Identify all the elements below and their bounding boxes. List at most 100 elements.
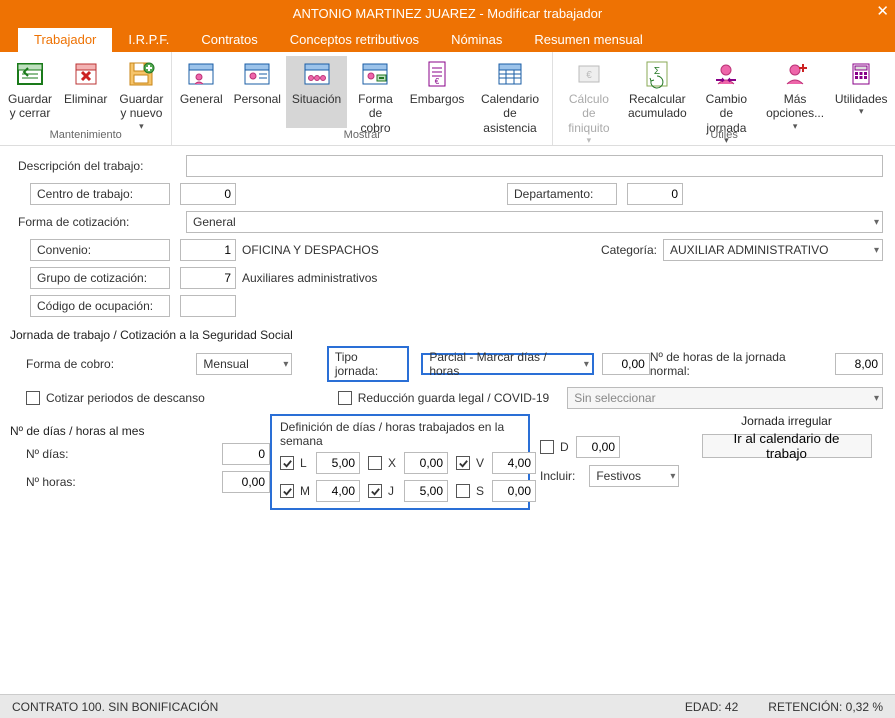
tipo-jornada-value: Parcial - Marcar días / horas (429, 350, 580, 378)
ribbon-btn-recalcular-acumulado[interactable]: Σ Recalcular acumulado (623, 56, 692, 128)
svg-text:€: € (435, 77, 440, 86)
ribbon-label: Más opciones... (766, 92, 824, 121)
day-X-checkbox[interactable] (368, 456, 382, 470)
delete-icon (70, 58, 102, 90)
day-V-checkbox[interactable] (456, 456, 470, 470)
ribbon-btn-personal[interactable]: Personal (228, 56, 286, 128)
ribbon-label: Embargos (410, 92, 465, 106)
tipo-jornada-label: Tipo jornada: (327, 346, 410, 382)
day-D-label: D (560, 440, 572, 454)
incluir-select[interactable]: Festivos ▾ (589, 465, 679, 487)
horas-jornada-normal-label: Nº de horas de la jornada normal: (650, 350, 821, 378)
dias-horas-mes-title: Nº de días / horas al mes (10, 424, 270, 438)
ribbon-btn-general[interactable]: General (174, 56, 228, 128)
close-icon[interactable]: ✕ (876, 2, 889, 20)
horas-jornada-normal-input[interactable] (835, 353, 883, 375)
tipo-jornada-select[interactable]: Parcial - Marcar días / horas ▾ (421, 353, 594, 375)
day-X-input[interactable] (404, 452, 448, 474)
chevron-down-icon: ▾ (870, 217, 879, 228)
tab-resumen[interactable]: Resumen mensual (518, 28, 658, 52)
tab-nominas[interactable]: Nóminas (435, 28, 518, 52)
grupo-cotizacion-text: Auxiliares administrativos (242, 271, 377, 285)
chevron-down-icon: ▾ (859, 106, 864, 117)
ir-al-calendario-button[interactable]: Ir al calendario de trabajo (702, 434, 872, 458)
ribbon-label: Personal (234, 92, 281, 106)
ribbon-btn-situacion[interactable]: Situación (286, 56, 346, 128)
save-new-icon (125, 58, 157, 90)
cambio-jornada-icon (710, 58, 742, 90)
departamento-input[interactable] (627, 183, 683, 205)
day-L-checkbox[interactable] (280, 456, 294, 470)
convenio-num-input[interactable] (180, 239, 236, 261)
status-retencion-label: RETENCIÓN: (768, 700, 842, 714)
ribbon-btn-eliminar[interactable]: Eliminar (58, 56, 113, 128)
jornada-section-title: Jornada de trabajo / Cotización a la Seg… (10, 328, 883, 342)
day-D-input[interactable] (576, 436, 620, 458)
incluir-value: Festivos (596, 469, 641, 483)
forma-cobro-select[interactable]: Mensual ▾ (196, 353, 292, 375)
convenio-text: OFICINA Y DESPACHOS (242, 243, 379, 257)
day-L-input[interactable] (316, 452, 360, 474)
day-J-checkbox[interactable] (368, 484, 382, 498)
situacion-icon (301, 58, 333, 90)
day-M-input[interactable] (316, 480, 360, 502)
day-S-label: S (476, 484, 488, 498)
ribbon-btn-guardar-cerrar[interactable]: Guardar y cerrar (2, 56, 58, 128)
svg-text:Σ: Σ (654, 66, 660, 77)
status-retencion: RETENCIÓN: 0,32 % (768, 700, 883, 714)
day-J-input[interactable] (404, 480, 448, 502)
tab-contratos[interactable]: Contratos (185, 28, 273, 52)
ribbon-label: Eliminar (64, 92, 107, 106)
grupo-cotizacion-num-input[interactable] (180, 267, 236, 289)
reduccion-guarda-checkbox[interactable] (338, 391, 352, 405)
tab-trabajador[interactable]: Trabajador (18, 28, 112, 52)
ribbon-btn-calendario-asistencia[interactable]: Calendario de asistencia (470, 56, 550, 128)
menu-tabs: Trabajador I.R.P.F. Contratos Conceptos … (0, 26, 895, 52)
recalcular-icon: Σ (641, 58, 673, 90)
status-retencion-value: 0,32 % (846, 700, 883, 714)
chevron-down-icon: ▾ (279, 359, 288, 370)
ribbon-btn-cambio-jornada[interactable]: Cambio de jornada ▾ (692, 56, 761, 128)
cotizar-periodos-checkbox[interactable] (26, 391, 40, 405)
codigo-ocupacion-input[interactable] (180, 295, 236, 317)
ribbon-btn-guardar-nuevo[interactable]: Guardar y nuevo ▾ (113, 56, 169, 128)
day-M-checkbox[interactable] (280, 484, 294, 498)
tipo-jornada-extra-input[interactable] (602, 353, 650, 375)
ribbon-btn-embargos[interactable]: € Embargos (404, 56, 469, 128)
tab-conceptos[interactable]: Conceptos retributivos (274, 28, 435, 52)
svg-text:€: € (586, 70, 592, 81)
forma-cobro-value: Mensual (203, 357, 248, 371)
definicion-semana-title: Definición de días / horas trabajados en… (280, 420, 520, 448)
utilidades-icon (845, 58, 877, 90)
grupo-cotizacion-label: Grupo de cotización: (30, 267, 170, 289)
convenio-label: Convenio: (30, 239, 170, 261)
ribbon-label: Utilidades (835, 92, 888, 106)
n-horas-label: Nº horas: (26, 475, 106, 489)
ribbon-btn-forma-cobro[interactable]: Forma de cobro (347, 56, 405, 128)
ribbon-btn-mas-opciones[interactable]: Más opciones... ▾ (761, 56, 830, 128)
codigo-ocupacion-label: Código de ocupación: (30, 295, 170, 317)
calendar-icon (494, 58, 526, 90)
tab-irpf[interactable]: I.R.P.F. (112, 28, 185, 52)
day-D-checkbox[interactable] (540, 440, 554, 454)
n-dias-input[interactable] (222, 443, 270, 465)
status-edad-value: 42 (725, 700, 738, 714)
day-S-checkbox[interactable] (456, 484, 470, 498)
ribbon-btn-utilidades[interactable]: Utilidades ▾ (829, 56, 893, 128)
day-M-label: M (300, 484, 312, 498)
jornada-irregular-title: Jornada irregular (690, 414, 883, 428)
cotizar-periodos-label: Cotizar periodos de descanso (46, 391, 205, 405)
n-horas-input[interactable] (222, 471, 270, 493)
status-edad: EDAD: 42 (685, 700, 738, 714)
categoria-select[interactable]: AUXILIAR ADMINISTRATIVO ▾ (663, 239, 883, 261)
day-V-label: V (476, 456, 488, 470)
forma-cotizacion-value: General (193, 215, 236, 229)
ribbon-group-caption: Mostrar (174, 129, 550, 143)
forma-cobro-icon (359, 58, 391, 90)
status-contrato: CONTRATO 100. SIN BONIFICACIÓN (12, 700, 218, 714)
descripcion-trabajo-input[interactable] (186, 155, 883, 177)
incluir-label: Incluir: (540, 469, 575, 483)
centro-trabajo-input[interactable] (180, 183, 236, 205)
ribbon-group-utiles: € Cálculo de finiquito ▾ Σ Recalcular ac… (553, 52, 895, 145)
forma-cotizacion-select[interactable]: General ▾ (186, 211, 883, 233)
